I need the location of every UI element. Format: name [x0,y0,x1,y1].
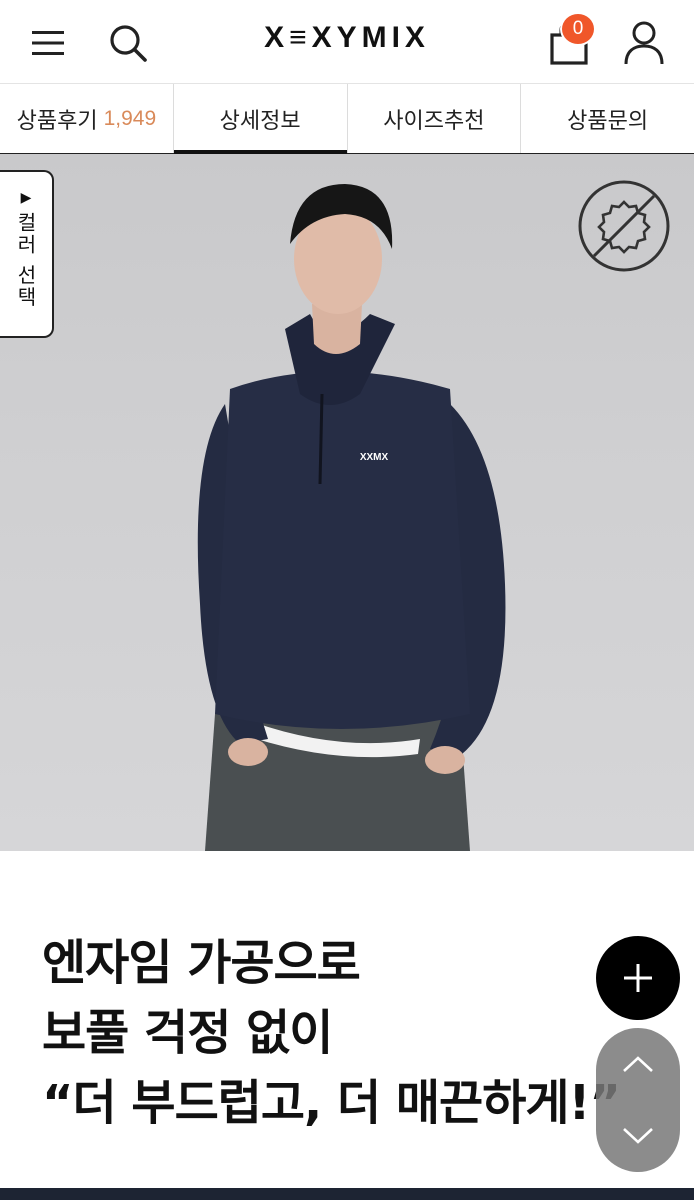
chevron-up-icon [623,1056,653,1072]
chest-logo: XXMX [360,452,389,463]
add-floating-button[interactable] [596,936,680,1020]
product-tabs: 상품후기 1,949 상세정보 사이즈추천 상품문의 [0,84,694,154]
search-icon[interactable] [102,18,154,68]
tab-label: 상품후기 [16,108,98,134]
no-pilling-icon [576,178,672,274]
promo-headline: 엔자임 가공으로 보풀 걱정 없이 “더 부드럽고, 더 매끈하게!” [42,928,642,1138]
tab-reviews[interactable]: 상품후기 1,949 [0,84,174,153]
user-icon[interactable] [616,16,672,70]
tab-size-recommend[interactable]: 사이즈추천 [348,84,522,153]
color-select-button[interactable]: ▶ 컬러 선택 [0,170,54,338]
scroll-control [596,1028,680,1172]
scroll-bottom-button[interactable] [596,1100,680,1172]
color-select-label: 컬러 선택 [13,212,38,309]
brand-logo[interactable]: X≡XYMIX [200,18,494,58]
tab-inquiry[interactable]: 상품문의 [521,84,694,153]
plus-icon [624,964,652,992]
tab-label: 상세정보 [219,108,301,134]
headline-line-1: 엔자임 가공으로 [42,935,361,991]
tab-label: 사이즈추천 [383,108,485,134]
tab-label: 상품문의 [567,108,649,134]
chevron-down-icon [623,1128,653,1144]
scroll-top-button[interactable] [596,1028,680,1100]
hamburger-menu-icon[interactable] [22,20,74,66]
play-arrow-icon: ▶ [20,190,32,206]
bottom-bar [0,1188,694,1200]
top-header: X≡XYMIX 0 [0,0,694,84]
headline-line-3: “더 부드럽고, 더 매끈하게!” [42,1075,621,1131]
tab-details[interactable]: 상세정보 [173,84,348,154]
headline-line-2: 보풀 걱정 없이 [42,1005,333,1061]
cart-count-badge: 0 [560,12,596,46]
review-count: 1,949 [103,106,157,130]
